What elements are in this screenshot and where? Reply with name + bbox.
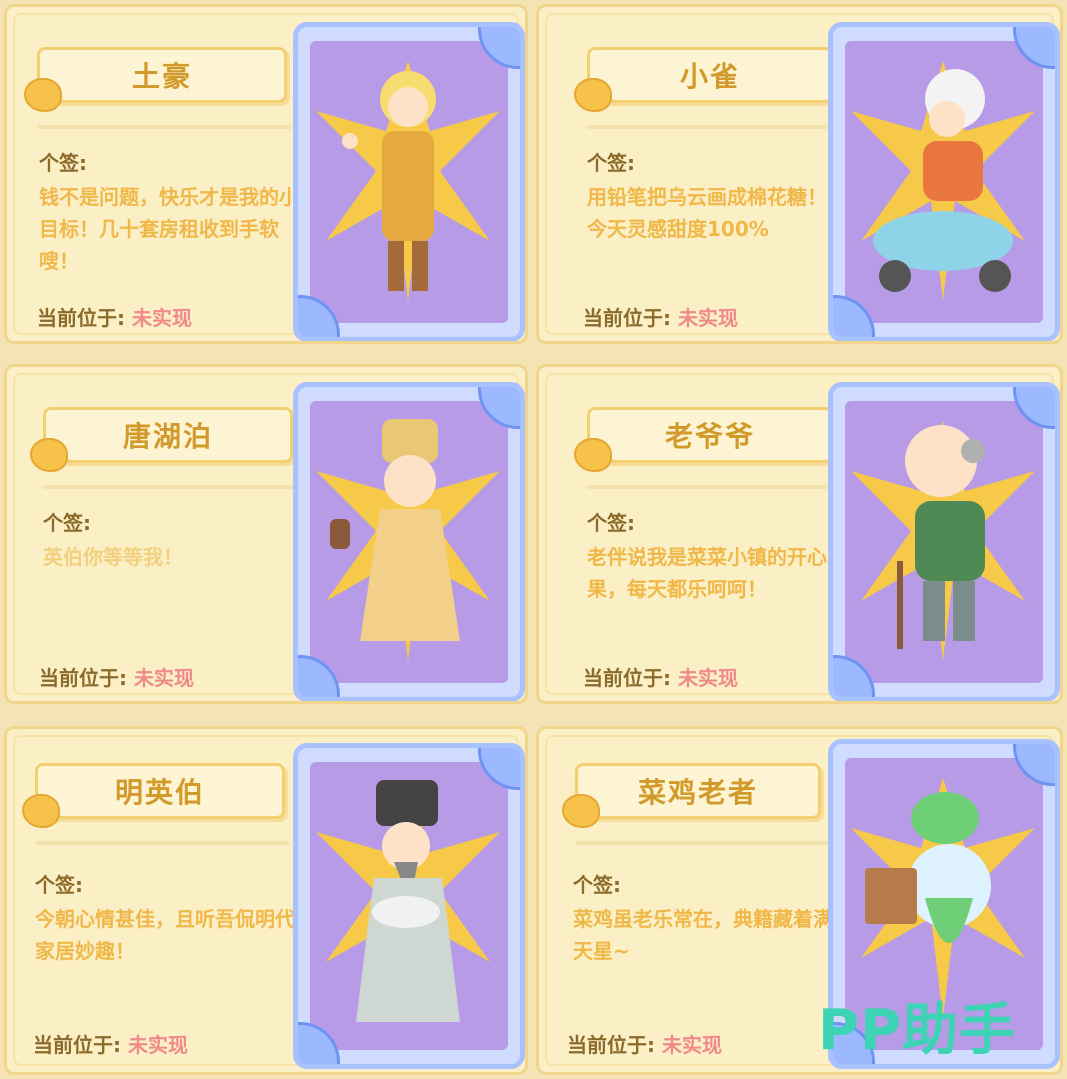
ming-elder-character-icon xyxy=(316,780,500,1022)
signature-text: 英伯你等等我！ xyxy=(43,545,183,569)
character-name: 老爷爷 xyxy=(664,420,755,453)
name-banner: 明英伯 xyxy=(22,763,285,828)
divider xyxy=(587,125,842,129)
location: 当前位于: 未实现 xyxy=(37,306,192,330)
character-card-laoyeye[interactable]: 老爷爷 个签: 老伴说我是菜菜小镇的开心果，每天都乐呵呵！ 当前位于: 未实现 xyxy=(536,364,1063,704)
watermark-logo: PP助手 xyxy=(818,998,1017,1063)
signature-text: 菜鸡虽老乐常在，典籍藏着满天星~ xyxy=(573,907,833,963)
name-banner: 老爷爷 xyxy=(574,407,833,472)
portrait-frame[interactable] xyxy=(828,22,1060,341)
character-name: 菜鸡老者 xyxy=(637,776,758,809)
signature-text: 用铅笔把乌云画成棉花糖！今天灵感甜度100% xyxy=(587,185,827,241)
scholar-character-icon xyxy=(316,419,500,661)
character-name: 小雀 xyxy=(679,60,740,93)
signature-label: 个签: xyxy=(573,873,621,897)
rich-man-character-icon xyxy=(316,61,500,301)
divider xyxy=(43,485,298,489)
portrait-frame[interactable] xyxy=(293,22,525,341)
name-banner: 土豪 xyxy=(24,47,287,112)
signature-label: 个签: xyxy=(587,151,635,175)
location-value: 未实现 xyxy=(127,1033,188,1057)
location: 当前位于: 未实现 xyxy=(39,666,194,690)
divider xyxy=(37,125,292,129)
signature-label: 个签: xyxy=(39,151,87,175)
divider xyxy=(587,485,842,489)
location-value: 未实现 xyxy=(677,666,738,690)
name-banner: 唐湖泊 xyxy=(30,407,293,472)
character-name: 明英伯 xyxy=(114,776,205,809)
signature-text: 今朝心情甚佳，且听吾侃明代家居妙趣！ xyxy=(35,907,295,963)
name-banner: 小雀 xyxy=(574,47,833,112)
location-value: 未实现 xyxy=(133,666,194,690)
signature-label: 个签: xyxy=(43,511,91,535)
location-value: 未实现 xyxy=(131,306,192,330)
location-value: 未实现 xyxy=(661,1033,722,1057)
portrait-frame[interactable] xyxy=(828,382,1060,701)
location: 当前位于: 未实现 xyxy=(583,666,738,690)
character-card-tuhao[interactable]: 土豪 个签: 钱不是问题，快乐才是我的小目标！几十套房租收到手软嗖！ 当前位于:… xyxy=(4,4,528,344)
location: 当前位于: 未实现 xyxy=(583,306,738,330)
name-banner: 菜鸡老者 xyxy=(562,763,821,828)
divider xyxy=(35,841,290,845)
character-name: 唐湖泊 xyxy=(122,420,213,453)
location: 当前位于: 未实现 xyxy=(33,1033,188,1057)
grandpa-character-icon xyxy=(851,421,1035,661)
location: 当前位于: 未实现 xyxy=(567,1033,722,1057)
character-name: 土豪 xyxy=(131,60,192,93)
signature-text: 老伴说我是菜菜小镇的开心果，每天都乐呵呵！ xyxy=(587,545,827,601)
signature-text: 钱不是问题，快乐才是我的小目标！几十套房租收到手软嗖！ xyxy=(39,185,299,273)
portrait-frame[interactable] xyxy=(293,382,525,701)
character-card-tanghubo[interactable]: 唐湖泊 个签: 英伯你等等我！ 当前位于: 未实现 xyxy=(4,364,528,704)
character-card-xiaoque[interactable]: 小雀 个签: 用铅笔把乌云画成棉花糖！今天灵感甜度100% 当前位于: 未实现 xyxy=(536,4,1063,344)
signature-label: 个签: xyxy=(35,873,83,897)
divider xyxy=(575,841,830,845)
portrait-frame[interactable] xyxy=(293,743,525,1069)
character-card-mingyingbo[interactable]: 明英伯 个签: 今朝心情甚佳，且听吾侃明代家居妙趣！ 当前位于: 未实现 xyxy=(4,726,528,1075)
scooter-girl-character-icon xyxy=(851,61,1035,301)
location-value: 未实现 xyxy=(677,306,738,330)
signature-label: 个签: xyxy=(587,511,635,535)
